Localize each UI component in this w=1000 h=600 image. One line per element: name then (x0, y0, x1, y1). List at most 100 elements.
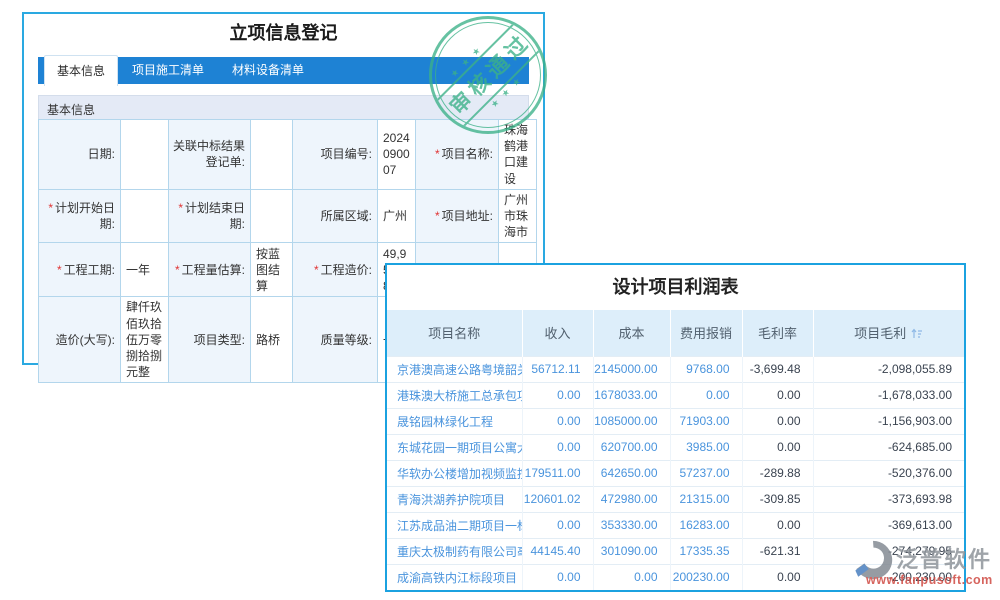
income-cell: 0.00 (522, 512, 593, 538)
section-header: 基本信息 (38, 95, 529, 119)
field-value-date[interactable] (121, 120, 169, 190)
field-label-quality-grade: 质量等级: (293, 297, 378, 383)
income-cell: 0.00 (522, 382, 593, 408)
project-name-link[interactable]: 港珠澳大桥施工总承包项目 (387, 382, 522, 408)
form-row: *计划开始日期: *计划结束日期: 所属区域: 广州 *项目地址: 广州市珠海市 (39, 189, 537, 243)
cost-cell: 301090.00 (593, 538, 670, 564)
profit-cell: -1,156,903.00 (813, 408, 964, 434)
income-cell: 179511.00 (522, 460, 593, 486)
project-name-link[interactable]: 成渝高铁内江标段项目 (387, 564, 522, 590)
expense-cell: 57237.00 (670, 460, 742, 486)
field-label-region: 所属区域: (293, 189, 378, 243)
page-title: 立项信息登记 (24, 22, 543, 44)
profit-table: 项目名称 收入 成本 费用报销 毛利率 项目毛利 京港澳高速公路粤境韶关至 56… (387, 310, 964, 590)
margin-cell: -309.85 (742, 486, 813, 512)
field-label-project-no: 项目编号: (293, 120, 378, 190)
field-value-plan-end[interactable] (251, 189, 293, 243)
field-label-project-cost: *工程造价: (293, 243, 378, 297)
income-cell: 56712.11 (522, 356, 593, 382)
cost-cell: 353330.00 (593, 512, 670, 538)
field-label-plan-start: *计划开始日期: (39, 189, 121, 243)
expense-cell: 0.00 (670, 382, 742, 408)
table-row: 重庆太极制药有限公司亳州 44145.40 301090.00 17335.35… (387, 538, 964, 564)
cost-cell: 472980.00 (593, 486, 670, 512)
table-row: 东城花园一期项目公寓大堂 0.00 620700.00 3985.00 0.00… (387, 434, 964, 460)
expense-cell: 21315.00 (670, 486, 742, 512)
field-value-plan-start[interactable] (121, 189, 169, 243)
margin-cell: 0.00 (742, 512, 813, 538)
income-cell: 0.00 (522, 434, 593, 460)
margin-cell: -3,699.48 (742, 356, 813, 382)
table-row: 青海洪湖养护院项目 120601.02 472980.00 21315.00 -… (387, 486, 964, 512)
profit-cell: -1,678,033.00 (813, 382, 964, 408)
tab-construction-list[interactable]: 项目施工清单 (118, 57, 218, 84)
field-label-cost-in-words: 造价(大写): (39, 297, 121, 383)
expense-cell: 17335.35 (670, 538, 742, 564)
project-name-link[interactable]: 青海洪湖养护院项目 (387, 486, 522, 512)
table-row: 华软办公楼增加视频监控项 179511.00 642650.00 57237.0… (387, 460, 964, 486)
col-header-cost: 成本 (593, 310, 670, 356)
margin-cell: 0.00 (742, 434, 813, 460)
profit-cell: -2,098,055.89 (813, 356, 964, 382)
field-value-project-type[interactable]: 路桥 (251, 297, 293, 383)
report-title: 设计项目利润表 (387, 265, 964, 310)
table-row: 成渝高铁内江标段项目 0.00 0.00 200230.00 0.00 -200… (387, 564, 964, 590)
expense-cell: 3985.00 (670, 434, 742, 460)
tab-bar: 基本信息 项目施工清单 材料设备清单 (38, 57, 529, 84)
margin-cell: 0.00 (742, 408, 813, 434)
income-cell: 44145.40 (522, 538, 593, 564)
cost-cell: 1085000.00 (593, 408, 670, 434)
col-header-expense: 费用报销 (670, 310, 742, 356)
table-row: 港珠澳大桥施工总承包项目 0.00 1678033.00 0.00 0.00 -… (387, 382, 964, 408)
sort-ascending-icon[interactable] (911, 327, 923, 342)
field-value-cost-in-words[interactable]: 肆仟玖佰玖拾伍万零捌拾捌元整 (121, 297, 169, 383)
cost-cell: 642650.00 (593, 460, 670, 486)
col-header-margin: 毛利率 (742, 310, 813, 356)
margin-cell: 0.00 (742, 382, 813, 408)
table-row: 晟铭园林绿化工程 0.00 1085000.00 71903.00 0.00 -… (387, 408, 964, 434)
field-value-quantity-estimate[interactable]: 按蓝图结算 (251, 243, 293, 297)
table-row: 京港澳高速公路粤境韶关至 56712.11 2145000.00 9768.00… (387, 356, 964, 382)
field-value-region[interactable]: 广州 (378, 189, 416, 243)
cost-cell: 2145000.00 (593, 356, 670, 382)
table-header-row: 项目名称 收入 成本 费用报销 毛利率 项目毛利 (387, 310, 964, 356)
col-header-project-profit: 项目毛利 (813, 310, 964, 356)
cost-cell: 1678033.00 (593, 382, 670, 408)
profit-cell: -373,693.98 (813, 486, 964, 512)
project-name-link[interactable]: 重庆太极制药有限公司亳州 (387, 538, 522, 564)
margin-cell: -621.31 (742, 538, 813, 564)
field-label-project-address: *项目地址: (416, 189, 499, 243)
tab-material-equipment-list[interactable]: 材料设备清单 (218, 57, 318, 84)
profit-cell: -200,230.00 (813, 564, 964, 590)
col-header-project-name: 项目名称 (387, 310, 522, 356)
project-name-link[interactable]: 东城花园一期项目公寓大堂 (387, 434, 522, 460)
cost-cell: 0.00 (593, 564, 670, 590)
field-value-project-address[interactable]: 广州市珠海市 (499, 189, 537, 243)
field-value-project-name[interactable]: 珠海鹤港口建设 (499, 120, 537, 190)
field-value-project-no[interactable]: 2024090007 (378, 120, 416, 190)
field-value-duration[interactable]: 一年 (121, 243, 169, 297)
col-header-income: 收入 (522, 310, 593, 356)
field-label-date: 日期: (39, 120, 121, 190)
field-label-project-name: *项目名称: (416, 120, 499, 190)
income-cell: 120601.02 (522, 486, 593, 512)
cost-cell: 620700.00 (593, 434, 670, 460)
field-label-duration: *工程工期: (39, 243, 121, 297)
field-label-quantity-estimate: *工程量估算: (169, 243, 251, 297)
profit-cell: -520,376.00 (813, 460, 964, 486)
project-name-link[interactable]: 江苏成品油二期项目一标段 (387, 512, 522, 538)
field-value-bid-result[interactable] (251, 120, 293, 190)
table-row: 江苏成品油二期项目一标段 0.00 353330.00 16283.00 0.0… (387, 512, 964, 538)
income-cell: 0.00 (522, 408, 593, 434)
project-name-link[interactable]: 京港澳高速公路粤境韶关至 (387, 356, 522, 382)
field-label-project-type: 项目类型: (169, 297, 251, 383)
project-name-link[interactable]: 华软办公楼增加视频监控项 (387, 460, 522, 486)
profit-cell: -624,685.00 (813, 434, 964, 460)
form-row: 日期: 关联中标结果登记单: 项目编号: 2024090007 *项目名称: 珠… (39, 120, 537, 190)
margin-cell: 0.00 (742, 564, 813, 590)
project-name-link[interactable]: 晟铭园林绿化工程 (387, 408, 522, 434)
field-label-plan-end: *计划结束日期: (169, 189, 251, 243)
field-label-bid-result: 关联中标结果登记单: (169, 120, 251, 190)
expense-cell: 200230.00 (670, 564, 742, 590)
tab-basic-info[interactable]: 基本信息 (44, 55, 118, 86)
